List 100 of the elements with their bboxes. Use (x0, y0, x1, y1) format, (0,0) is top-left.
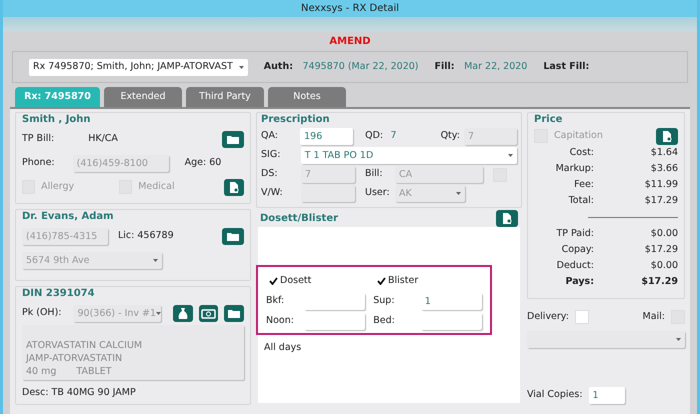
mode-label: AMEND (328, 35, 372, 49)
age-label: Age: 60 (184, 156, 222, 170)
folder-button[interactable] (222, 228, 244, 244)
section-title: Prescription (261, 113, 331, 127)
camera-button[interactable] (198, 304, 218, 322)
field-label: Last Fill: (543, 60, 590, 74)
qty-field[interactable]: 7 (464, 128, 518, 145)
input-field[interactable]: 1 (420, 292, 482, 310)
tab[interactable]: Rx: 7495870 (15, 87, 100, 107)
field-label: DS: (261, 167, 279, 182)
tab[interactable]: Extended (104, 87, 182, 107)
drug-info-text: 40 mg (26, 365, 56, 378)
field-label: Qty: (440, 129, 461, 144)
checkbox-label: Capitation (554, 128, 603, 143)
section-title: Price (534, 113, 564, 127)
drug-info-text: JAMP-ATORVASTATIN (26, 352, 122, 365)
delivery-select[interactable] (527, 330, 685, 348)
field-label: Bed: (373, 314, 396, 328)
document-search-icon (228, 180, 240, 194)
checkbox-label: Allergy (41, 180, 76, 194)
price-value: $11.99 (644, 178, 678, 192)
caret-icon (153, 258, 158, 262)
money-bag-button[interactable] (173, 304, 193, 322)
price-value: $0.00 (650, 258, 678, 273)
phone-field[interactable]: (416)785-4315 (22, 228, 108, 244)
field-value: Mar 22, 2020 (464, 60, 528, 74)
field-label: QD: (365, 129, 384, 144)
tab[interactable]: Third Party (186, 87, 264, 107)
field-label: Mail: (642, 310, 665, 324)
window-title: Nexxsys - RX Detail (3, 0, 697, 17)
field-label: Auth: (264, 60, 294, 74)
note-text: All days (264, 341, 302, 355)
caret-icon (156, 312, 162, 314)
price-label: Deduct: (556, 258, 594, 273)
caret-icon (508, 154, 513, 157)
document-search-icon (501, 212, 513, 225)
price-value: $1.64 (650, 146, 678, 160)
price-value: $17.29 (640, 274, 678, 289)
phone-field[interactable]: (416)459-8100 (72, 154, 169, 172)
field-label: V/W: (261, 186, 284, 200)
folder-button[interactable] (224, 304, 244, 322)
bill-field[interactable]: CA (395, 166, 483, 183)
price-value: $0.00 (650, 226, 678, 241)
field-value: HK/CA (88, 132, 118, 146)
caret-icon (456, 192, 461, 195)
caret-icon (238, 66, 244, 68)
address-select[interactable]: 5674 9th Ave (22, 252, 162, 268)
checkbox-label: Medical (138, 180, 176, 194)
field-label: SIG: (261, 148, 282, 162)
document-search-icon (661, 130, 673, 142)
price-value: $3.66 (650, 162, 678, 176)
folder-icon (226, 230, 240, 242)
folder-icon (226, 134, 240, 144)
document-button[interactable] (496, 210, 518, 227)
pack-select[interactable]: 90(366) - Inv #1 (73, 304, 162, 322)
price-label: Markup: (554, 162, 594, 176)
input-field[interactable] (420, 312, 482, 330)
ds-field[interactable]: 7 (301, 166, 355, 183)
price-label: Cost: (568, 146, 594, 160)
field-value: 7495870 (Mar 22, 2020) (302, 60, 419, 74)
sig-select[interactable]: T 1 TAB PO 1D (300, 147, 517, 164)
checkbox-label: Blister (388, 274, 418, 288)
vial-copies-field[interactable]: 1 (588, 387, 625, 404)
price-label: Fee: (573, 178, 594, 192)
checkbox[interactable] (574, 310, 589, 324)
document-button[interactable] (656, 128, 678, 144)
field-label: Sup: (373, 294, 396, 308)
price-label: Pays: (564, 274, 594, 289)
document-button[interactable] (224, 178, 244, 196)
field-label: TP Bill: (22, 132, 54, 146)
field-label: QA: (261, 129, 280, 144)
qd-value: 7 (390, 129, 397, 144)
folder-button[interactable] (222, 130, 244, 148)
doctor-name: Dr. Evans, Adam (22, 210, 115, 224)
caret-icon (676, 338, 681, 340)
vw-field[interactable] (301, 185, 355, 202)
qa-field[interactable]: 196 (300, 128, 354, 145)
field-label: Phone: (22, 156, 55, 170)
section-title: Dosett/Blister (260, 212, 338, 226)
price-label: TP Paid: (555, 226, 594, 241)
user-select[interactable]: AK (395, 185, 465, 202)
rx-select[interactable]: Rx 7495870; Smith, John; JAMP-ATORVAST (29, 58, 248, 76)
field-label: User: (365, 186, 391, 200)
field-label: Bkf: (266, 294, 286, 308)
drug-info-text: TABLET (76, 365, 112, 378)
price-label: Total: (568, 194, 594, 208)
description-text: Desc: TB 40MG 90 JAMP (22, 386, 137, 400)
field-label: Pk (OH): (22, 306, 62, 320)
tab[interactable]: Notes (268, 87, 346, 107)
price-value: $17.29 (644, 242, 678, 257)
price-label: Copay: (560, 242, 594, 257)
input-field[interactable] (304, 312, 366, 330)
folder-icon (227, 308, 242, 318)
field-label: Fill: (434, 60, 455, 74)
license-label: Lic: 456789 (118, 228, 175, 243)
price-value: $17.29 (644, 194, 678, 208)
drug-info-text: ATORVASTATIN CALCIUM (26, 339, 142, 352)
field-label: Noon: (266, 314, 295, 328)
patient-name: Smith , John (22, 113, 92, 127)
field-label: Delivery: (527, 310, 569, 324)
